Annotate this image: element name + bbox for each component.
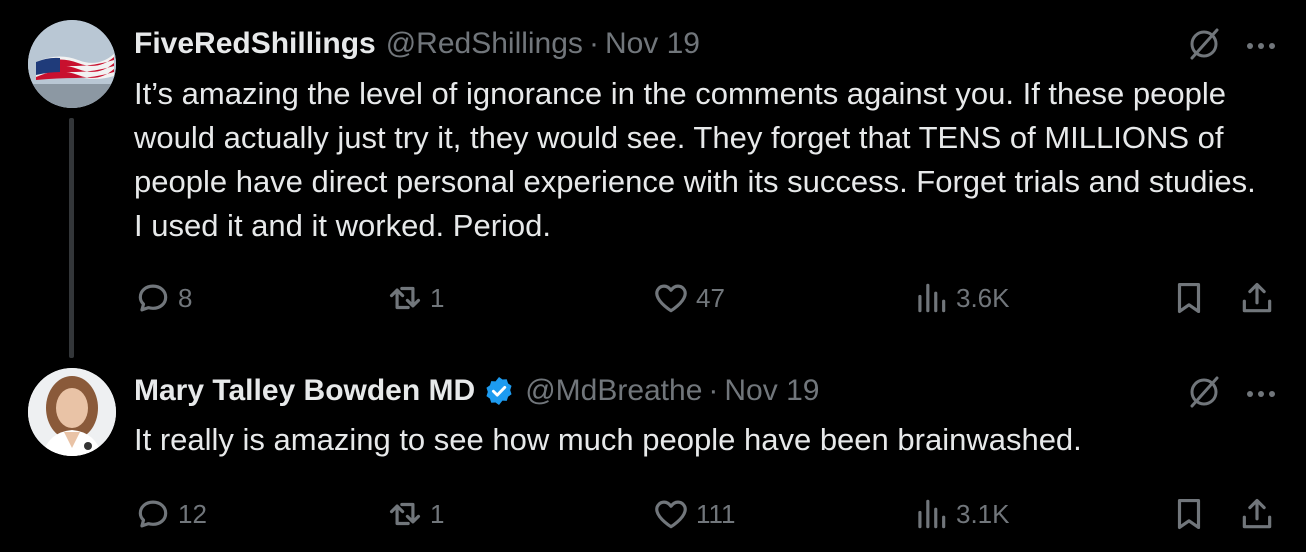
tweet[interactable]: FiveRedShillings @RedShillings · Nov 19 … <box>0 0 1306 358</box>
reply-icon <box>138 500 168 528</box>
tweet-actions: 8 1 47 3.6K <box>134 278 1284 318</box>
tweet-header: FiveRedShillings @RedShillings · Nov 19 <box>134 22 700 66</box>
repost-count: 1 <box>430 282 445 313</box>
tweet-date[interactable]: Nov 19 <box>605 27 700 61</box>
author-name[interactable]: Mary Talley Bowden MD <box>134 374 475 408</box>
share-button[interactable] <box>1238 278 1282 318</box>
grok-icon[interactable] <box>1186 374 1222 415</box>
view-count: 3.6K <box>956 282 1010 313</box>
tweet-actions: 12 1 111 3.1K <box>134 494 1284 534</box>
avatar[interactable] <box>28 20 116 108</box>
like-button[interactable]: 111 <box>652 494 736 534</box>
repost-count: 1 <box>430 498 445 529</box>
analytics-icon <box>918 499 946 529</box>
separator: · <box>588 27 599 60</box>
american-flag-avatar-icon <box>28 20 116 108</box>
repost-button[interactable]: 1 <box>386 494 444 534</box>
heart-icon <box>655 284 687 313</box>
author-handle[interactable]: @RedShillings <box>386 27 583 61</box>
woman-portrait-avatar-icon <box>28 368 116 456</box>
share-icon <box>1242 498 1272 529</box>
heart-icon <box>655 500 687 529</box>
thread-line <box>69 118 74 358</box>
separator: · <box>708 374 719 407</box>
tweet-text: It really is amazing to see how much peo… <box>134 422 1082 457</box>
tweet-date[interactable]: Nov 19 <box>724 374 819 408</box>
verified-badge-icon[interactable] <box>483 375 515 407</box>
like-count: 47 <box>696 282 725 313</box>
tweet-text: It’s amazing the level of ignorance in t… <box>134 76 1256 243</box>
analytics-icon <box>918 283 946 313</box>
avatar[interactable] <box>28 368 116 456</box>
views-button[interactable]: 3.1K <box>912 494 1010 534</box>
reply-button[interactable]: 12 <box>134 494 207 534</box>
reply-icon <box>138 284 168 312</box>
author-handle[interactable]: @MdBreathe <box>525 374 702 408</box>
tweet-top-icons <box>1186 26 1276 67</box>
grok-icon[interactable] <box>1186 26 1222 67</box>
repost-button[interactable]: 1 <box>386 278 444 318</box>
bookmark-icon <box>1177 498 1201 530</box>
more-options-icon[interactable] <box>1246 386 1276 404</box>
views-button[interactable]: 3.6K <box>912 278 1010 318</box>
reply-count: 8 <box>178 282 193 313</box>
like-count: 111 <box>696 498 736 529</box>
view-count: 3.1K <box>956 498 1010 529</box>
repost-icon <box>389 286 421 310</box>
reply-button[interactable]: 8 <box>134 278 192 318</box>
tweet-header: Mary Talley Bowden MD @MdBreathe · Nov 1… <box>134 369 819 413</box>
bookmark-icon <box>1177 282 1201 314</box>
share-icon <box>1242 282 1272 313</box>
bookmark-button[interactable] <box>1170 494 1214 534</box>
tweet[interactable]: Mary Talley Bowden MD @MdBreathe · Nov 1… <box>0 356 1306 552</box>
more-options-icon[interactable] <box>1246 38 1276 56</box>
reply-count: 12 <box>178 498 207 529</box>
repost-icon <box>389 502 421 526</box>
bookmark-button[interactable] <box>1170 278 1214 318</box>
tweet-top-icons <box>1186 374 1276 415</box>
author-name[interactable]: FiveRedShillings <box>134 27 376 61</box>
like-button[interactable]: 47 <box>652 278 725 318</box>
share-button[interactable] <box>1238 494 1282 534</box>
